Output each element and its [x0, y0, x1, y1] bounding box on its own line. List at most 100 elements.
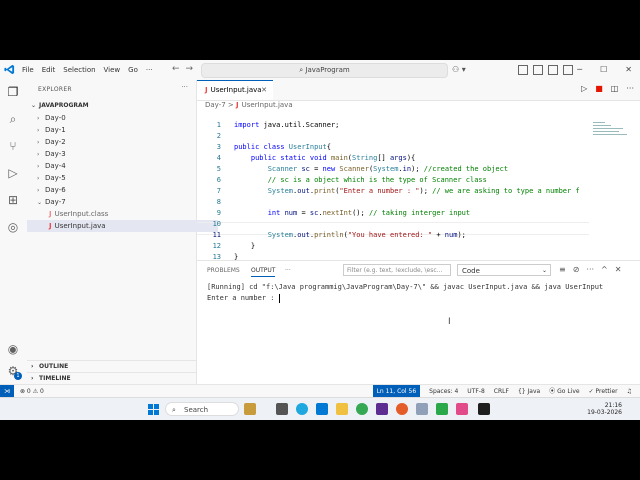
menu-selection[interactable]: Selection [63, 66, 95, 74]
widgets-icon[interactable] [244, 403, 256, 415]
close-panel-icon[interactable]: ✕ [615, 265, 622, 274]
folder-label: Day-3 [45, 150, 66, 158]
system-clock[interactable]: 21:16 19-03-2026 [587, 402, 622, 416]
folder-day-6[interactable]: › Day-6 [27, 184, 206, 196]
vscode-logo-icon [4, 64, 15, 75]
menu-view[interactable]: View [104, 66, 121, 74]
task-view-icon[interactable] [276, 403, 288, 415]
folder-label: Day-4 [45, 162, 66, 170]
minimap[interactable] [590, 110, 640, 260]
edge-icon[interactable] [296, 403, 308, 415]
close-icon[interactable]: ✕ [261, 81, 267, 100]
back-arrow-icon[interactable]: ← [172, 64, 186, 74]
folder-day-1[interactable]: › Day-1 [27, 124, 206, 136]
line-number: 11 [212, 231, 221, 239]
file-userinput-class[interactable]: J UserInput.class [27, 208, 218, 220]
run-icon[interactable]: ▷ [581, 84, 587, 93]
terminal-icon[interactable] [478, 403, 490, 415]
tab-userinput-java[interactable]: J UserInput.java ✕ [197, 80, 273, 100]
vscode-window: File Edit Selection View Go ··· ←→ ⌕ Jav… [0, 60, 640, 420]
chrome-icon[interactable] [356, 403, 368, 415]
explorer-sidebar: EXPLORER ··· ⌄ JAVAPROGRAM › Day-0 › Day-1 … [27, 80, 218, 384]
app-icon-2[interactable] [456, 403, 468, 415]
windows-start-icon[interactable] [148, 404, 159, 415]
code-line: public class UserInput{ [234, 143, 331, 151]
breadcrumb-folder[interactable]: Day-7 [205, 101, 226, 109]
panel-actions: ≡ ⊘ ··· ^ ✕ [559, 265, 621, 274]
line-number: 8 [216, 198, 221, 206]
tab-problems[interactable]: PROBLEMS [207, 267, 240, 274]
editor-tabs: J UserInput.java ✕ ▷ ■ ◫ ··· [197, 80, 640, 101]
lock-scroll-icon[interactable]: ≡ [559, 265, 566, 274]
breadcrumb-file[interactable]: UserInput.java [242, 101, 293, 109]
source-control-icon[interactable]: ⑂ [6, 139, 20, 153]
folder-day-4[interactable]: › Day-4 [27, 160, 206, 172]
menu-file[interactable]: File [22, 66, 34, 74]
vscode-taskbar-icon[interactable] [316, 403, 328, 415]
menu-more[interactable]: ··· [146, 66, 153, 74]
folder-day-5[interactable]: › Day-5 [27, 172, 206, 184]
toggle-sidebar-icon[interactable] [518, 65, 528, 75]
more-actions-icon[interactable]: ··· [626, 84, 634, 93]
panel-menu-icon[interactable]: ··· [586, 265, 594, 274]
folder-day-7[interactable]: ⌄ Day-7 [27, 196, 206, 208]
folder-label: Day-7 [45, 198, 66, 206]
workspace-root-label: JAVAPROGRAM [39, 102, 89, 109]
close-icon[interactable]: ✕ [625, 65, 632, 74]
settings-badge: 1 [14, 372, 22, 380]
chevron-down-icon: ⌄ [541, 267, 547, 274]
file-explorer-icon[interactable] [336, 403, 348, 415]
minimize-icon[interactable]: ─ [577, 65, 582, 74]
taskbar-search-label: Search [184, 406, 209, 414]
panel-more-button[interactable]: ··· [285, 267, 291, 274]
explorer-title: EXPLORER [38, 86, 72, 93]
maximize-panel-icon[interactable]: ^ [601, 265, 608, 274]
workspace-root[interactable]: ⌄ JAVAPROGRAM [27, 100, 200, 112]
spotify-icon[interactable] [436, 403, 448, 415]
command-center-label: JavaProgram [305, 66, 350, 74]
layout-controls [518, 65, 573, 75]
output-text[interactable]: [Running] cd "f:\Java programmig\JavaPro… [207, 282, 603, 304]
code-editor[interactable]: 1 2 3 4 5 6 7 8 9 10 11 12 13 import jav… [197, 110, 587, 261]
command-center-search[interactable]: ⌕ JavaProgram [201, 63, 448, 78]
taskbar-search[interactable]: ⌕ Search [165, 402, 239, 416]
folder-day-2[interactable]: › Day-2 [27, 136, 206, 148]
customize-layout-icon[interactable] [563, 65, 573, 75]
code-line: import java.util.Scanner; [234, 121, 340, 129]
explorer-icon[interactable]: ❐ [6, 85, 20, 99]
maximize-icon[interactable]: ☐ [600, 65, 607, 74]
output-filter-input[interactable]: Filter (e.g. text, !exclude, \esc... [343, 264, 451, 276]
run-debug-icon[interactable]: ▷ [6, 166, 20, 180]
toggle-secondary-sidebar-icon[interactable] [548, 65, 558, 75]
explorer-more-button[interactable]: ··· [181, 83, 188, 91]
forward-arrow-icon[interactable]: → [186, 64, 200, 74]
remote-explorer-icon[interactable]: ◎ [6, 220, 20, 234]
folder-day-0[interactable]: › Day-0 [27, 112, 206, 124]
output-channel-select[interactable]: Code ⌄ [457, 264, 551, 276]
menu-go[interactable]: Go [128, 66, 138, 74]
nav-arrows: ←→ [172, 64, 199, 74]
account-icon[interactable]: ◉ [6, 342, 20, 356]
extensions-icon[interactable]: ⊞ [6, 193, 20, 207]
stop-icon[interactable]: ■ [595, 84, 603, 93]
file-userinput-java[interactable]: J UserInput.java [27, 220, 218, 232]
search-icon[interactable]: ⌕ [6, 112, 20, 126]
folder-day-3[interactable]: › Day-3 [27, 148, 206, 160]
java-file-icon: J [49, 210, 52, 218]
output-running-line: [Running] cd "f:\Java programmig\JavaPro… [207, 283, 604, 291]
tab-output[interactable]: OUTPUT [251, 267, 276, 277]
mail-icon[interactable] [416, 403, 428, 415]
mouse-ibeam-cursor-icon: I [448, 317, 451, 327]
menu-edit[interactable]: Edit [42, 66, 56, 74]
clear-output-icon[interactable]: ⊘ [573, 265, 580, 274]
line-number: 3 [216, 143, 221, 151]
firefox-icon[interactable] [396, 403, 408, 415]
chevron-down-icon: ⌄ [31, 102, 37, 109]
java-file-icon: J [205, 86, 208, 94]
code-line: System.out.print("Enter a number : "); /… [267, 187, 580, 195]
split-editor-icon[interactable]: ◫ [611, 84, 619, 93]
copilot-icon[interactable]: ⚇ ▾ [452, 65, 466, 74]
toggle-panel-icon[interactable] [533, 65, 543, 75]
editor-actions: ▷ ■ ◫ ··· [581, 84, 634, 93]
app-icon[interactable] [376, 403, 388, 415]
